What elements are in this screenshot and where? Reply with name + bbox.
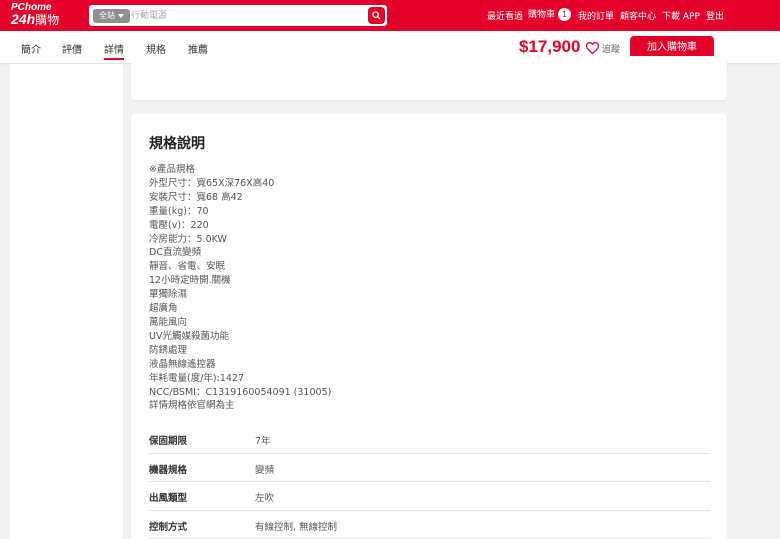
nav-app-link[interactable]: 下載 APP <box>662 9 700 22</box>
spec-line: 詳情規格依官網為主 <box>149 400 235 412</box>
spec-line: 液晶無線遙控器 <box>149 358 216 370</box>
nav-recent-link[interactable]: 最近看過 <box>487 9 523 22</box>
previous-content-card <box>131 56 727 100</box>
spec-value: 變頻 <box>255 464 275 476</box>
nav-cart-label: 購物車 <box>528 10 556 20</box>
chevron-down-icon <box>118 13 124 18</box>
logo-brand-text: 24h <box>11 11 36 27</box>
spec-line: 冷房能力：5.0KW <box>149 233 227 245</box>
table-row: 機器規格 變頻 <box>149 454 710 482</box>
tab-intro[interactable]: 簡介 <box>21 41 41 56</box>
spec-line: 12小時定時開.關機 <box>149 275 231 287</box>
spec-line: 單獨除濕 <box>149 289 188 301</box>
logo-cn-text: 購物 <box>35 13 60 27</box>
tab-reviews[interactable]: 評價 <box>62 41 82 56</box>
nav-support-link[interactable]: 顧客中心 <box>620 9 656 22</box>
spec-value: 有線控制, 無線控制 <box>255 521 338 533</box>
active-tab-indicator <box>104 58 124 60</box>
spec-line: 年耗電量(度/年):1427 <box>149 372 244 384</box>
spec-line: 重量(kg)：70 <box>149 205 209 217</box>
cart-count-badge: 1 <box>558 8 572 21</box>
spec-line: 防銹處理 <box>149 344 188 356</box>
spec-table: 保固期限 7年 機器規格 變頻 出風類型 左吹 控制方式 有線控制, 無線控制 <box>149 425 710 539</box>
spec-line: ※產品規格 <box>149 164 195 175</box>
spec-key: 控制方式 <box>149 521 188 533</box>
product-price: $17,900 <box>519 37 581 56</box>
spec-line: 安裝尺寸：寬68 高42 <box>149 191 243 203</box>
table-row: 控制方式 有線控制, 無線控制 <box>149 511 710 539</box>
search-icon <box>372 11 381 20</box>
tab-specs[interactable]: 規格 <box>146 41 166 56</box>
left-sidebar <box>10 64 123 539</box>
spec-line: 靜音、省電、安眠 <box>149 261 226 273</box>
spec-line: 外型尺寸：寬65X深76X高40 <box>149 177 275 189</box>
top-header: PChome 24h購物 全站 最近看過 購物車1 我的訂單 顧客中心 下載 A… <box>0 0 780 31</box>
spec-line: 超廣角 <box>149 303 178 315</box>
search-scope-dropdown[interactable]: 全站 <box>93 9 130 23</box>
spec-value: 左吹 <box>255 493 275 504</box>
spec-line: NCC/BSMI：C1319160054091 (31005) <box>149 386 332 398</box>
track-label[interactable]: 追蹤 <box>602 42 620 55</box>
spec-line: 電壓(v)：220 <box>149 219 209 231</box>
nav-logout-link[interactable]: 登出 <box>706 9 724 22</box>
spec-key: 機器規格 <box>149 464 188 476</box>
spec-line: DC直流變頻 <box>149 247 201 259</box>
search-button[interactable] <box>368 7 385 24</box>
spec-value: 7年 <box>255 436 271 447</box>
spec-section-title: 規格說明 <box>149 136 205 152</box>
spec-line: 萬能風向 <box>149 316 188 328</box>
table-row: 保固期限 7年 <box>149 425 710 454</box>
search-bar: 全站 <box>88 4 388 27</box>
table-row: 出風類型 左吹 <box>149 482 710 511</box>
spec-description: ※產品規格 外型尺寸：寬65X深76X高40 安裝尺寸：寬68 高42 重量(k… <box>149 163 331 413</box>
spec-key: 出風類型 <box>149 493 188 504</box>
spec-line: UV光觸媒殺菌功能 <box>149 330 229 342</box>
pchome-logo[interactable]: PChome 24h購物 <box>11 3 59 27</box>
tab-recommend[interactable]: 推薦 <box>188 41 208 56</box>
logo-brand: 24h購物 <box>11 12 59 26</box>
nav-orders-link[interactable]: 我的訂單 <box>578 9 614 22</box>
tab-details[interactable]: 詳情 <box>104 41 124 56</box>
spec-key: 保固期限 <box>149 436 188 447</box>
heart-icon[interactable] <box>586 42 599 54</box>
nav-cart-link[interactable]: 購物車 1 <box>528 7 572 21</box>
search-scope-label: 全站 <box>99 11 115 20</box>
search-input[interactable] <box>131 8 351 24</box>
